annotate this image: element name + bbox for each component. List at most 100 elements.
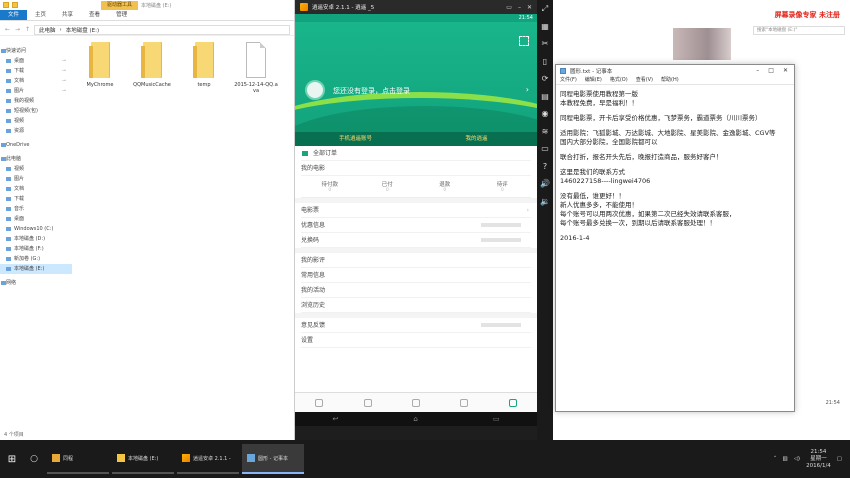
apk-icon[interactable]: ▤ [540,92,550,102]
nav-drive-c[interactable]: Windows10 (C:) [0,224,72,234]
fullscreen-icon[interactable]: ▭ [506,4,512,11]
emulator-window[interactable]: 逍遥安卓 2.1.1 - 逍遥 _5 ▭ – ✕ 21:54 您还没有登录，点击… [295,0,537,440]
close-icon[interactable]: ✕ [783,67,788,74]
nav-desktop[interactable]: 桌面 ⊸ [0,56,72,66]
phone-account-link[interactable]: 手机逍遥账号 [295,132,416,146]
taskbar-item-emulator[interactable]: 逍遥安卓 2.1.1 - [177,444,239,474]
nav-quick-access[interactable]: 快速访问 [0,46,72,56]
taskbar-item-notepad[interactable]: 圆形 - 记事本 [242,444,304,474]
forward-arrow-icon[interactable]: → [14,26,21,33]
notepad-text-area[interactable]: 同程电影票使用教程第一版 本教程免费，早是福利！！ 同程电影票，开卡后享受价格优… [556,85,794,248]
file-item[interactable]: 2015-12-14-QQ.ava [234,40,278,94]
volume-icon[interactable]: ◁) [794,456,800,462]
nav-pc-videos[interactable]: 视频 [0,164,72,174]
nav-pc-music[interactable]: 音乐 [0,204,72,214]
android-screen[interactable]: 21:54 您还没有登录，点击登录 › 手机逍遥账号 我的逍遥 全部订单 我的电… [295,14,537,426]
menu-settings[interactable]: 设置 [301,333,531,348]
network-icon[interactable]: ▥ [783,456,788,462]
minimize-icon[interactable]: – [518,4,521,11]
chevron-up-icon[interactable]: ˄ [774,456,777,462]
file-item[interactable]: QQMusicCache [130,40,174,94]
nav-pc-downloads[interactable]: 下载 [0,194,72,204]
order-tab-refund[interactable]: 退款 0 [416,176,474,197]
ribbon-tab-home[interactable]: 主页 [27,10,54,20]
ribbon-tab-file[interactable]: 文件 [0,10,28,20]
back-icon[interactable]: ↩ [333,415,339,423]
nav-pictures[interactable]: 图片 ⊸ [0,86,72,96]
notepad-window[interactable]: 圆形.txt - 记事本 – □ ✕ 文件(F) 编辑(E) 格式(O) 查看(… [555,64,795,412]
start-button[interactable]: ⊞ [0,440,24,478]
nav-onedrive[interactable]: OneDrive [0,140,72,150]
login-prompt[interactable]: 您还没有登录，点击登录 [333,86,410,96]
help-icon[interactable]: ? [540,162,550,172]
ribbon-tab-view[interactable]: 查看 [81,10,108,20]
nav-pc-documents[interactable]: 文档 [0,184,72,194]
nav-downloads[interactable]: 下载 ⊸ [0,66,72,76]
recents-icon[interactable]: ▭ [493,415,500,423]
ribbon-tab-manage[interactable]: 管理 [108,10,135,20]
search-box[interactable]: 搜索"本地磁盘 (E:)" [753,26,845,35]
nav-my-videos[interactable]: 我的视频 [0,96,72,106]
volume-up-icon[interactable]: 🔊 [540,179,550,189]
menu-help[interactable]: 帮助(H) [661,76,679,84]
menu-view[interactable]: 查看(V) [636,76,653,84]
nav-pc-desktop[interactable]: 桌面 [0,214,72,224]
menu-edit[interactable]: 编辑(E) [585,76,602,84]
menu-my-movies[interactable]: 我的电影 [301,161,531,176]
order-tab-pending[interactable]: 待付款 0 [301,176,359,197]
menu-format[interactable]: 格式(O) [610,76,628,84]
taskbar-item-explorer[interactable]: 本地磁盘 (E:) [112,444,174,474]
nav-network[interactable]: 网络 [0,278,72,288]
order-tab-paid[interactable]: 已付 0 [359,176,417,197]
menu-my-reviews[interactable]: 我的影评 [301,253,531,268]
nav-documents[interactable]: 文档 ⊸ [0,76,72,86]
menu-feedback[interactable]: 意见反馈 [301,318,531,333]
keyboard-icon[interactable]: ▦ [540,22,550,32]
menu-all-orders[interactable]: 全部订单 [301,146,531,161]
nav-short-videos[interactable]: 短视频(包) [0,106,72,116]
location-icon[interactable]: ◉ [540,109,550,119]
folder-icon[interactable]: ▭ [540,144,550,154]
file-explorer-window[interactable]: 驱动器工具 本地磁盘 (E:) 文件 主页 共享 查看 管理 ← → ↑ 此电脑… [0,0,295,440]
menu-redeem[interactable]: 兑换码 [301,233,531,248]
breadcrumb-this-pc[interactable]: 此电脑 [39,26,56,34]
file-item[interactable]: MyChrome [78,40,122,94]
back-arrow-icon[interactable]: ← [4,26,11,33]
shake-icon[interactable]: ≋ [540,127,550,137]
maximize-icon[interactable]: □ [768,67,774,74]
chevron-right-icon[interactable]: › [526,85,529,94]
minimize-icon[interactable]: – [756,67,759,74]
file-item[interactable]: temp [182,40,226,94]
taskbar-item-tongcheng[interactable]: 同程 [47,444,109,474]
ribbon-tab-share[interactable]: 共享 [54,10,81,20]
phone-icon[interactable]: ▯ [540,57,550,67]
volume-down-icon[interactable]: 🔉 [540,197,550,207]
scissors-icon[interactable]: ✂ [540,39,550,49]
nav-discover[interactable] [343,393,391,412]
nav-resources[interactable]: 资源 [0,126,72,136]
navigation-pane[interactable]: 快速访问 桌面 ⊸ 下载 ⊸ 文档 ⊸ 图片 ⊸ 我的视频 短视频(包) 视频 资源 O… [0,38,72,428]
menu-history[interactable]: 浏览历史 [301,298,531,313]
taskbar-clock[interactable]: 21:54 星期一 2016/1/4 [806,449,831,470]
nav-me[interactable] [489,393,537,412]
menu-file[interactable]: 文件(F) [560,76,577,84]
rotate-icon[interactable]: ⟳ [540,74,550,84]
home-button-icon[interactable]: ⌂ [413,415,417,423]
address-bar[interactable]: 此电脑 › 本地磁盘 (E:) [34,24,290,35]
nav-home[interactable] [295,393,343,412]
breadcrumb-drive[interactable]: 本地磁盘 (E:) [66,26,99,34]
nav-pc-pictures[interactable]: 图片 [0,174,72,184]
nav-watch[interactable] [392,393,440,412]
notification-icon[interactable]: ▢ [837,456,842,462]
order-tab-review[interactable]: 待评 0 [474,176,532,197]
properties-icon[interactable] [12,2,18,8]
menu-tickets[interactable]: 电影票 › [301,203,531,218]
nav-drive-f[interactable]: 本地磁盘 (F:) [0,244,72,254]
menu-promos[interactable]: 优惠信息 [301,218,531,233]
up-arrow-icon[interactable]: ↑ [24,26,31,33]
expand-icon[interactable]: ⤢ [540,4,550,14]
menu-my-activities[interactable]: 我的活动 [301,283,531,298]
scan-icon[interactable] [519,36,529,46]
drive-tools-tab[interactable]: 驱动器工具 [101,0,139,10]
nav-orders[interactable] [440,393,488,412]
